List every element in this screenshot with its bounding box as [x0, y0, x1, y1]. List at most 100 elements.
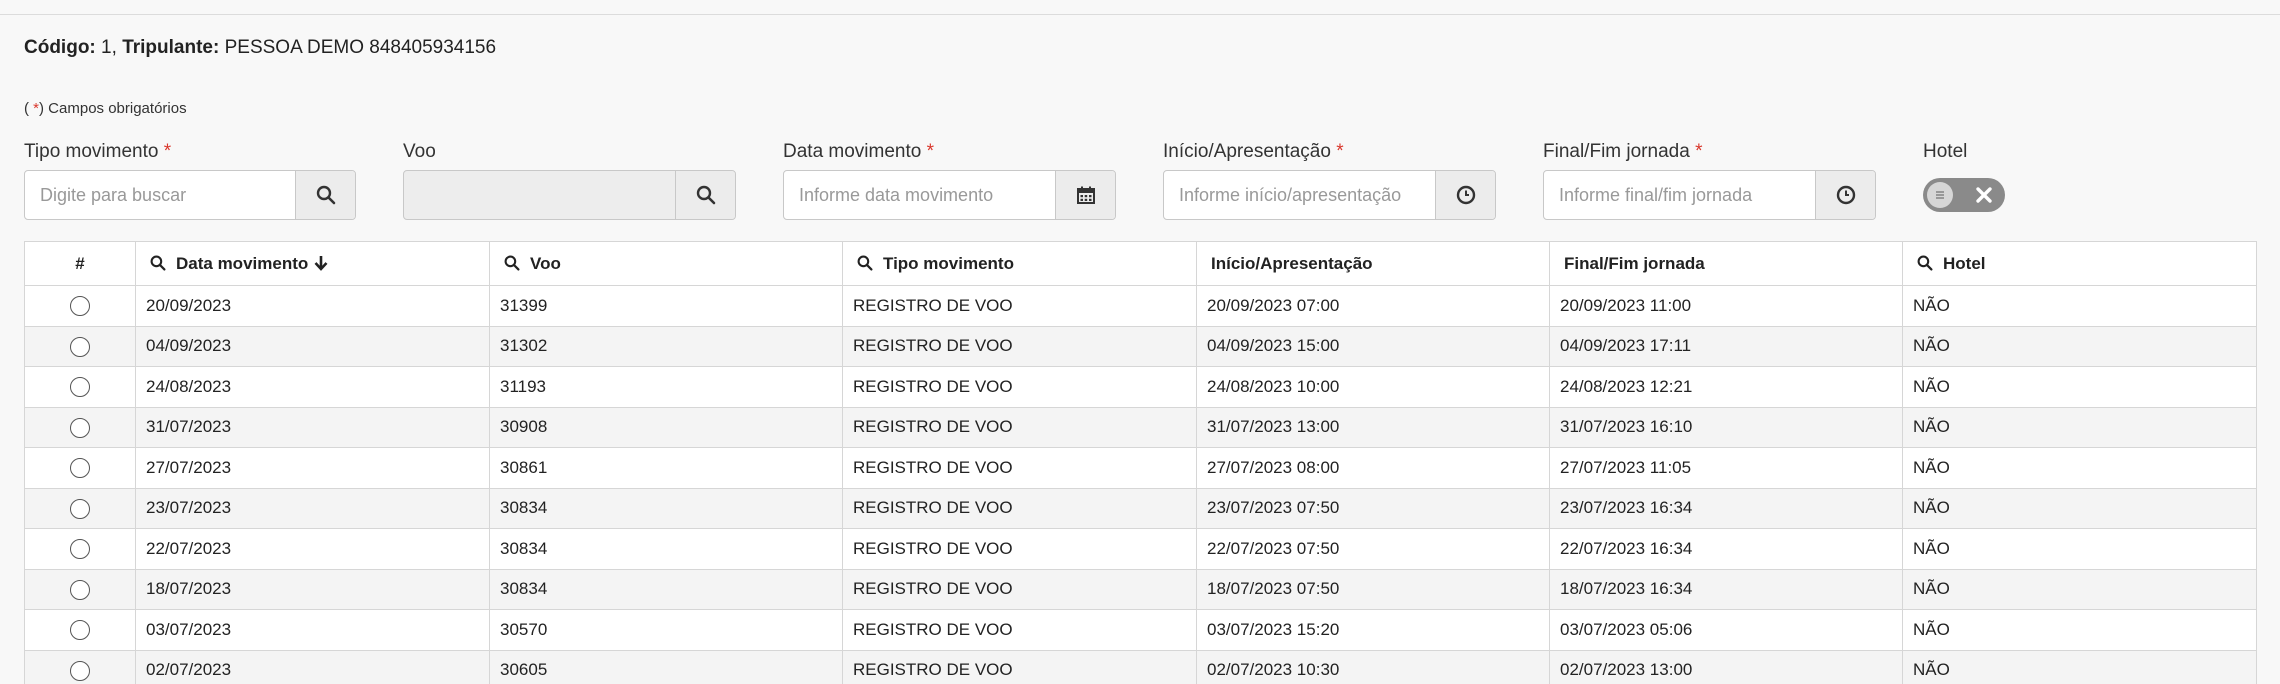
- table-row[interactable]: 27/07/2023 30861 REGISTRO DE VOO 27/07/2023…: [24, 447, 2257, 489]
- row-select-cell: [24, 568, 136, 610]
- inicio-apresentacao-clock-button[interactable]: [1435, 171, 1495, 219]
- cell-hotel: NÃO: [1902, 487, 2257, 529]
- data-movimento-label: Data movimento *: [783, 141, 935, 162]
- column-header-voo[interactable]: Voo: [489, 241, 843, 286]
- search-icon[interactable]: [857, 255, 873, 271]
- tipo-movimento-field: Tipo movimento *: [24, 140, 356, 220]
- tipo-movimento-label: Tipo movimento *: [24, 141, 172, 162]
- cell-hotel: NÃO: [1902, 447, 2257, 489]
- cell-tipo-movimento: REGISTRO DE VOO: [842, 447, 1197, 489]
- cell-inicio-apresentacao: 24/08/2023 10:00: [1196, 366, 1550, 408]
- row-select-radio[interactable]: [70, 498, 90, 519]
- top-divider: [0, 14, 2280, 15]
- cell-tipo-movimento: REGISTRO DE VOO: [842, 609, 1197, 651]
- cell-tipo-movimento: REGISTRO DE VOO: [842, 649, 1197, 684]
- data-movimento-input[interactable]: [784, 171, 1055, 219]
- row-select-radio[interactable]: [70, 660, 90, 681]
- final-fim-jornada-clock-button[interactable]: [1815, 171, 1875, 219]
- final-fim-jornada-input[interactable]: [1544, 171, 1815, 219]
- cell-data-movimento: 22/07/2023: [135, 528, 490, 570]
- row-select-radio[interactable]: [70, 377, 90, 397]
- cell-hotel: NÃO: [1902, 649, 2257, 684]
- table-row[interactable]: 02/07/2023 30605 REGISTRO DE VOO 02/07/2023…: [24, 649, 2257, 684]
- row-select-cell: [24, 528, 136, 570]
- cell-final-fim-jornada: 22/07/2023 16:34: [1549, 528, 1903, 570]
- cell-hotel: NÃO: [1902, 609, 2257, 651]
- row-select-cell: [24, 447, 136, 489]
- cell-final-fim-jornada: 23/07/2023 16:34: [1549, 487, 1903, 529]
- cell-data-movimento: 02/07/2023: [135, 649, 490, 684]
- row-select-cell: [24, 285, 136, 327]
- codigo-value: 1,: [101, 37, 117, 58]
- cell-voo: 30834: [489, 528, 843, 570]
- codigo-label: Código:: [24, 37, 96, 58]
- cell-voo: 30605: [489, 649, 843, 684]
- voo-search-button[interactable]: [675, 171, 735, 219]
- hotel-toggle[interactable]: [1923, 178, 2005, 212]
- sort-arrow-down-icon[interactable]: [314, 255, 328, 271]
- calendar-icon: [1076, 186, 1095, 204]
- inicio-apresentacao-input-group: [1163, 170, 1496, 220]
- row-select-cell: [24, 325, 136, 367]
- cell-final-fim-jornada: 27/07/2023 11:05: [1549, 447, 1903, 489]
- cell-inicio-apresentacao: 02/07/2023 10:30: [1196, 649, 1550, 684]
- row-select-radio[interactable]: [70, 539, 90, 559]
- voo-field: Voo: [403, 140, 736, 220]
- table-row[interactable]: 03/07/2023 30570 REGISTRO DE VOO 03/07/2023…: [24, 609, 2257, 651]
- table-row[interactable]: 04/09/2023 31302 REGISTRO DE VOO 04/09/2023…: [24, 325, 2257, 367]
- tipo-movimento-input[interactable]: [25, 171, 295, 219]
- cell-final-fim-jornada: 24/08/2023 12:21: [1549, 366, 1903, 408]
- cell-hotel: NÃO: [1902, 285, 2257, 327]
- cell-tipo-movimento: REGISTRO DE VOO: [842, 487, 1197, 529]
- voo-input: [404, 171, 675, 219]
- table-row[interactable]: 23/07/2023 30834 REGISTRO DE VOO 23/07/2023…: [24, 487, 2257, 529]
- cell-inicio-apresentacao: 22/07/2023 07:50: [1196, 528, 1550, 570]
- table-header-row: # Data movimento Voo Tipo movimento Iníc…: [24, 241, 2257, 286]
- column-header-tipo-movimento[interactable]: Tipo movimento: [842, 241, 1197, 286]
- table-row[interactable]: 18/07/2023 30834 REGISTRO DE VOO 18/07/2023…: [24, 568, 2257, 610]
- search-icon[interactable]: [1917, 255, 1933, 271]
- row-select-cell: [24, 406, 136, 448]
- row-select-radio[interactable]: [70, 296, 90, 316]
- cell-final-fim-jornada: 03/07/2023 05:06: [1549, 609, 1903, 651]
- clock-icon: [1456, 185, 1475, 205]
- final-fim-jornada-field: Final/Fim jornada *: [1543, 140, 1876, 220]
- cell-hotel: NÃO: [1902, 528, 2257, 570]
- row-select-radio[interactable]: [70, 417, 90, 438]
- row-select-radio[interactable]: [70, 579, 90, 600]
- tipo-movimento-input-group: [24, 170, 356, 220]
- search-icon[interactable]: [150, 255, 166, 271]
- cell-data-movimento: 27/07/2023: [135, 447, 490, 489]
- search-icon[interactable]: [504, 255, 520, 271]
- table-row[interactable]: 20/09/2023 31399 REGISTRO DE VOO 20/09/2023…: [24, 285, 2257, 327]
- table-row[interactable]: 22/07/2023 30834 REGISTRO DE VOO 22/07/2023…: [24, 528, 2257, 570]
- tripulante-value: PESSOA DEMO 848405934156: [224, 37, 497, 58]
- cell-voo: 30834: [489, 568, 843, 610]
- cell-tipo-movimento: REGISTRO DE VOO: [842, 568, 1197, 610]
- cell-final-fim-jornada: 02/07/2023 13:00: [1549, 649, 1903, 684]
- cell-voo: 31399: [489, 285, 843, 327]
- cell-inicio-apresentacao: 23/07/2023 07:50: [1196, 487, 1550, 529]
- toggle-handle-icon: [1927, 182, 1953, 208]
- tipo-movimento-search-button[interactable]: [295, 171, 355, 219]
- row-select-radio[interactable]: [70, 336, 90, 357]
- cell-voo: 30861: [489, 447, 843, 489]
- row-select-cell: [24, 649, 136, 684]
- column-header-inicio-apresentacao[interactable]: Início/Apresentação: [1196, 241, 1550, 286]
- column-header-data-movimento[interactable]: Data movimento: [135, 241, 490, 286]
- row-select-cell: [24, 366, 136, 408]
- column-header-hotel[interactable]: Hotel: [1902, 241, 2257, 286]
- cell-inicio-apresentacao: 03/07/2023 15:20: [1196, 609, 1550, 651]
- table-row[interactable]: 31/07/2023 30908 REGISTRO DE VOO 31/07/2023…: [24, 406, 2257, 448]
- cell-data-movimento: 18/07/2023: [135, 568, 490, 610]
- data-movimento-calendar-button[interactable]: [1055, 171, 1115, 219]
- row-select-radio[interactable]: [70, 620, 90, 640]
- inicio-apresentacao-input[interactable]: [1164, 171, 1435, 219]
- cell-voo: 30570: [489, 609, 843, 651]
- hotel-label: Hotel: [1923, 141, 1968, 162]
- row-select-radio[interactable]: [70, 458, 90, 478]
- cell-final-fim-jornada: 20/09/2023 11:00: [1549, 285, 1903, 327]
- cell-final-fim-jornada: 04/09/2023 17:11: [1549, 325, 1903, 367]
- table-row[interactable]: 24/08/2023 31193 REGISTRO DE VOO 24/08/2023…: [24, 366, 2257, 408]
- column-header-final-fim-jornada[interactable]: Final/Fim jornada: [1549, 241, 1903, 286]
